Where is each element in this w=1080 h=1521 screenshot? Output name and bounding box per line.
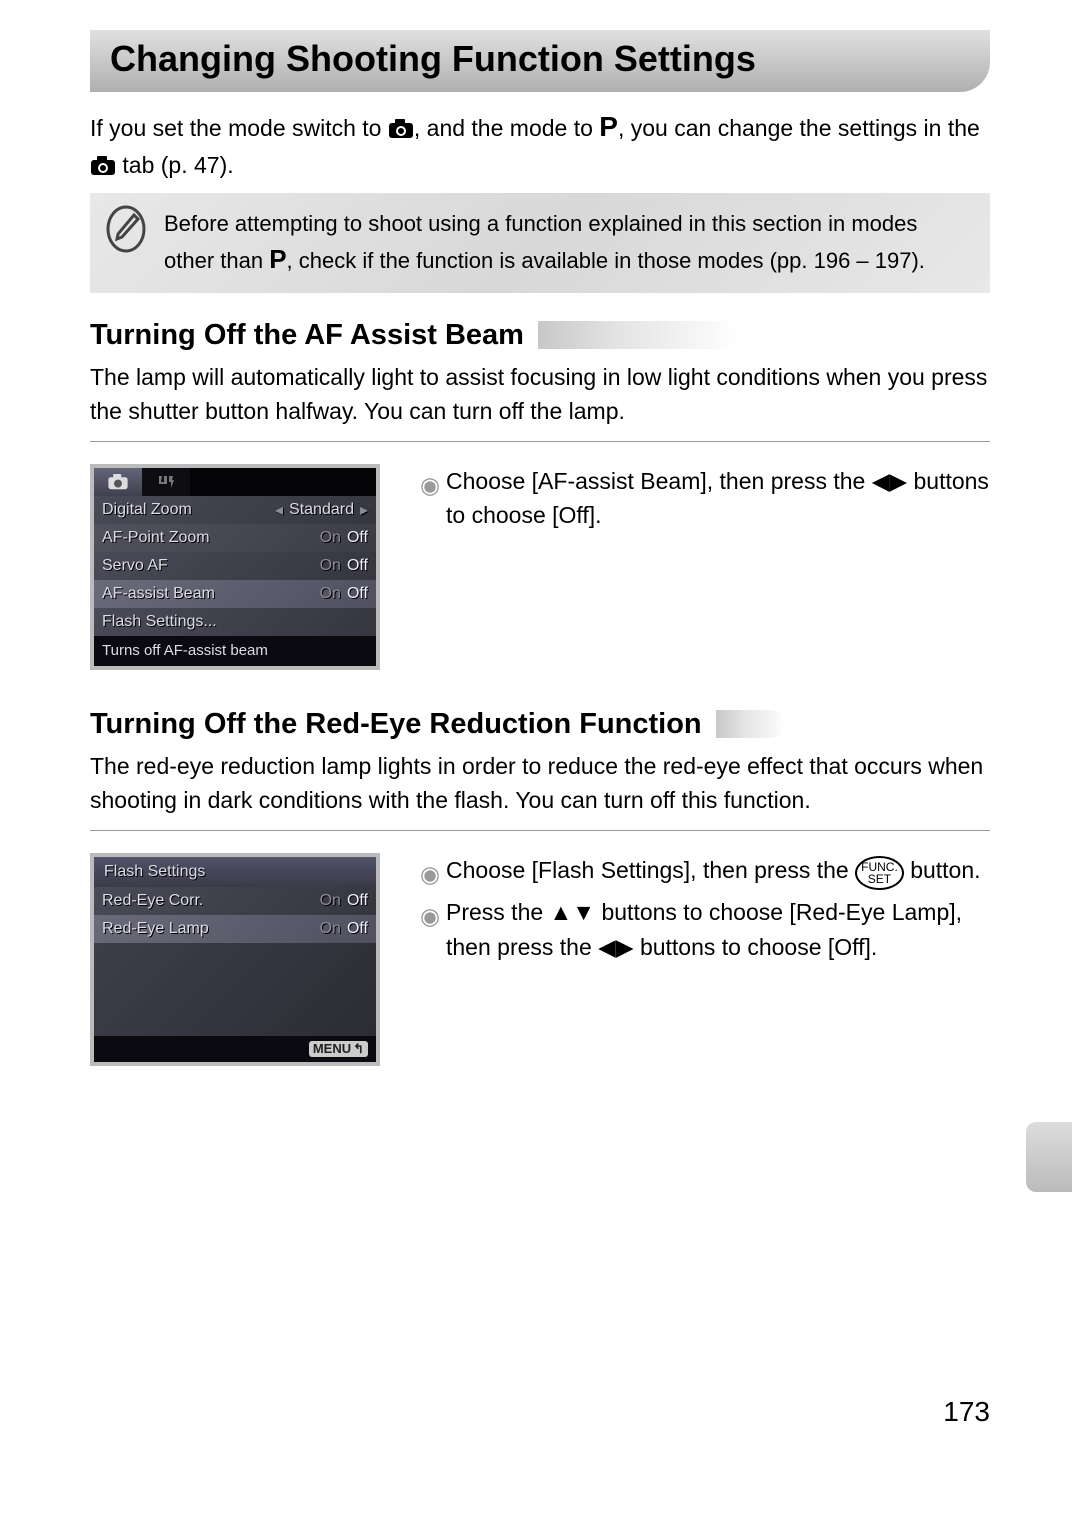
up-down-arrows-icon: ▲▼ <box>550 899 596 925</box>
intro-text-2: , and the mode to <box>414 115 599 141</box>
section-heading-red-eye: Turning Off the Red-Eye Reduction Functi… <box>90 708 990 741</box>
menu-label: MENU <box>313 1041 351 1056</box>
opt-on: Off <box>347 585 368 603</box>
divider <box>90 830 990 831</box>
heading-decoration <box>538 321 738 349</box>
camera-solid-icon <box>90 156 116 176</box>
thumb-tab <box>1026 1122 1072 1192</box>
opt-off: On <box>320 892 341 910</box>
row-value: Standard <box>289 501 354 519</box>
bullet-marker-icon: ◉ <box>420 468 436 503</box>
menu-row-af-assist-beam: AF-assist Beam On Off <box>94 580 376 608</box>
p-mode-icon: P <box>599 111 618 142</box>
pencil-icon <box>104 207 148 251</box>
return-arrow-icon: ↰ <box>353 1041 364 1057</box>
opt-off: On <box>320 529 341 547</box>
camera-tab-icon <box>94 468 142 496</box>
func-set-button-icon: FUNC.SET <box>855 856 904 890</box>
row-label: Red-Eye Corr. <box>102 892 203 910</box>
instruction-text-1: Press the <box>446 899 550 925</box>
bullet-marker-icon: ◉ <box>420 899 436 934</box>
submenu-title: Flash Settings <box>94 857 376 887</box>
intro-text-4: tab (p. 47). <box>116 152 234 178</box>
menu-row-digital-zoom: Digital Zoom ◂Standard▸ <box>94 496 376 524</box>
note-box: Before attempting to shoot using a funct… <box>90 193 990 293</box>
instruction-text-1: Choose [AF-assist Beam], then press the <box>446 468 872 494</box>
instruction-text-2: button. <box>910 857 980 883</box>
intro-paragraph: If you set the mode switch to , and the … <box>90 106 990 183</box>
section-body: The red-eye reduction lamp lights in ord… <box>90 749 990 818</box>
tools-tab-icon <box>142 468 190 496</box>
menu-footer: Turns off AF-assist beam <box>94 636 376 666</box>
bullet-marker-icon: ◉ <box>420 857 436 892</box>
opt-off: On <box>320 557 341 575</box>
note-text-2: , check if the function is available in … <box>287 248 925 273</box>
instruction-bullet: ◉ Choose [Flash Settings], then press th… <box>420 853 990 892</box>
section-body: The lamp will automatically light to ass… <box>90 360 990 429</box>
opt-off: On <box>320 920 341 938</box>
opt-on: Off <box>347 892 368 910</box>
p-mode-icon: P <box>269 244 286 274</box>
menu-footer: MENU ↰ <box>94 1036 376 1062</box>
left-right-arrows-icon: ◀▶ <box>598 934 633 960</box>
opt-on: Off <box>347 920 368 938</box>
opt-on: Off <box>347 529 368 547</box>
menu-row-red-eye-corr: Red-Eye Corr. On Off <box>94 887 376 915</box>
row-label: Flash Settings... <box>102 613 217 631</box>
row-label: Digital Zoom <box>102 501 192 519</box>
menu-row-flash-settings: Flash Settings... <box>94 608 376 636</box>
row-label: Red-Eye Lamp <box>102 920 209 938</box>
left-right-arrows-icon: ◀▶ <box>872 468 907 494</box>
page-title: Changing Shooting Function Settings <box>90 30 990 92</box>
instruction-text-3: buttons to choose [Off]. <box>640 934 877 960</box>
opt-on: Off <box>347 557 368 575</box>
heading-decoration <box>716 710 786 738</box>
heading-text: Turning Off the AF Assist Beam <box>90 319 524 352</box>
instruction-bullet: ◉ Choose [AF-assist Beam], then press th… <box>420 464 990 533</box>
row-label: AF-assist Beam <box>102 585 215 603</box>
row-label: AF-Point Zoom <box>102 529 210 547</box>
intro-text-3: , you can change the settings in the <box>618 115 980 141</box>
menu-row-servo-af: Servo AF On Off <box>94 552 376 580</box>
instruction-bullet: ◉ Press the ▲▼ buttons to choose [Red-Ey… <box>420 895 990 964</box>
row-label: Servo AF <box>102 557 168 575</box>
intro-text-1: If you set the mode switch to <box>90 115 388 141</box>
camera-menu-screenshot: Digital Zoom ◂Standard▸ AF-Point Zoom On… <box>90 464 380 670</box>
menu-button-badge: MENU ↰ <box>309 1041 368 1057</box>
instruction-text-1: Choose [Flash Settings], then press the <box>446 857 855 883</box>
camera-solid-icon <box>388 119 414 139</box>
divider <box>90 441 990 442</box>
menu-row-af-point-zoom: AF-Point Zoom On Off <box>94 524 376 552</box>
flash-settings-screenshot: Flash Settings Red-Eye Corr. On Off Red-E… <box>90 853 380 1066</box>
section-heading-af-assist: Turning Off the AF Assist Beam <box>90 319 990 352</box>
opt-off: On <box>320 585 341 603</box>
heading-text: Turning Off the Red-Eye Reduction Functi… <box>90 708 702 741</box>
page-number: 173 <box>90 1396 990 1428</box>
menu-row-red-eye-lamp: Red-Eye Lamp On Off <box>94 915 376 943</box>
